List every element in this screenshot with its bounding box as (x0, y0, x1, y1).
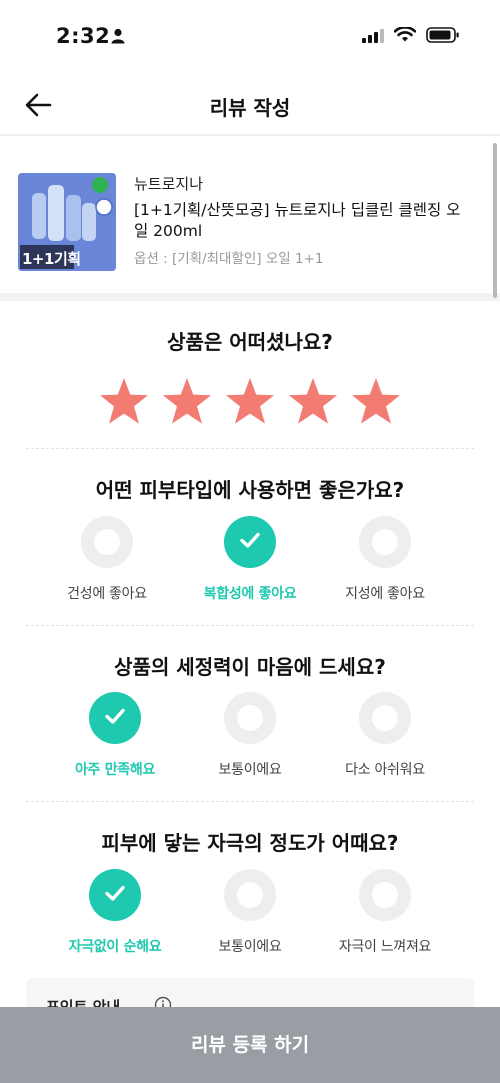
star-rating[interactable] (98, 376, 402, 428)
irritation-question: 피부에 닿는 자극의 정도가 어때요? (101, 831, 399, 855)
radio-circle[interactable] (359, 516, 411, 568)
option-label: 복합성에 좋아요 (203, 586, 297, 602)
divider (26, 801, 474, 802)
product-summary: 1+1기획 뉴트로지나 [1+1기획/산뜻모공] 뉴트로지나 딥클린 클렌징 오… (0, 155, 500, 293)
star-icon[interactable] (98, 376, 150, 428)
thumbnail-label: 1+1기획 (22, 250, 81, 268)
star-icon[interactable] (287, 376, 339, 428)
product-thumbnail: 1+1기획 (18, 173, 116, 271)
option-average[interactable]: 보통이에요 (175, 692, 325, 779)
radio-circle[interactable] (359, 869, 411, 921)
star-icon[interactable] (224, 376, 276, 428)
submit-review-button[interactable]: 리뷰 등록 하기 (0, 1007, 500, 1083)
header: 리뷰 작성 (0, 72, 500, 136)
option-label: 다소 아쉬워요 (345, 762, 425, 778)
wifi-icon (393, 26, 417, 47)
option-irritating[interactable]: 자극이 느껴져요 (310, 869, 460, 956)
star-icon[interactable] (161, 376, 213, 428)
divider (26, 448, 474, 449)
person-icon (110, 28, 126, 48)
option-label: 자극없이 순해요 (68, 939, 162, 955)
battery-icon (426, 27, 460, 47)
product-brand: 뉴트로지나 (134, 175, 204, 193)
radio-circle[interactable] (81, 516, 133, 568)
radio-circle[interactable] (89, 869, 141, 921)
skin-type-question: 어떤 피부타입에 사용하면 좋은가요? (95, 478, 405, 502)
option-normal[interactable]: 보통이에요 (175, 869, 325, 956)
option-oily-skin[interactable]: 지성에 좋아요 (310, 516, 460, 603)
radio-circle[interactable] (224, 869, 276, 921)
radio-circle[interactable] (359, 692, 411, 744)
option-gentle[interactable]: 자극없이 순해요 (40, 869, 190, 956)
option-label: 아주 만족해요 (74, 762, 156, 778)
option-label: 지성에 좋아요 (345, 586, 425, 602)
radio-circle[interactable] (224, 692, 276, 744)
option-label: 보통이에요 (218, 762, 282, 778)
section-divider (0, 293, 500, 301)
option-dry-skin[interactable]: 건성에 좋아요 (32, 516, 182, 603)
option-label: 보통이에요 (218, 939, 282, 955)
radio-circle[interactable] (89, 692, 141, 744)
cleansing-question: 상품의 세정력이 마음에 드세요? (114, 655, 386, 679)
status-time: 2:32 (56, 24, 111, 48)
star-icon[interactable] (350, 376, 402, 428)
rating-question: 상품은 어떠셨나요? (167, 330, 333, 354)
scrollbar[interactable] (493, 143, 497, 298)
status-bar: 2:32 (0, 0, 500, 72)
page-title: 리뷰 작성 (209, 96, 291, 120)
option-label: 자극이 느껴져요 (338, 939, 432, 955)
divider (26, 625, 474, 626)
checkmark-icon (101, 702, 129, 734)
product-name: [1+1기획/산뜻모공] 뉴트로지나 딥클린 클렌징 오일 200ml (134, 201, 461, 240)
option-combination-skin[interactable]: 복합성에 좋아요 (175, 516, 325, 603)
option-very-satisfied[interactable]: 아주 만족해요 (40, 692, 190, 779)
option-disappointing[interactable]: 다소 아쉬워요 (310, 692, 460, 779)
checkmark-icon (236, 526, 264, 558)
checkmark-icon (101, 879, 129, 911)
product-option: 옵션 : [기획/최대할인] 오일 1+1 (134, 251, 324, 267)
radio-circle[interactable] (224, 516, 276, 568)
cellular-signal-icon (362, 28, 384, 47)
option-label: 건성에 좋아요 (67, 586, 147, 602)
